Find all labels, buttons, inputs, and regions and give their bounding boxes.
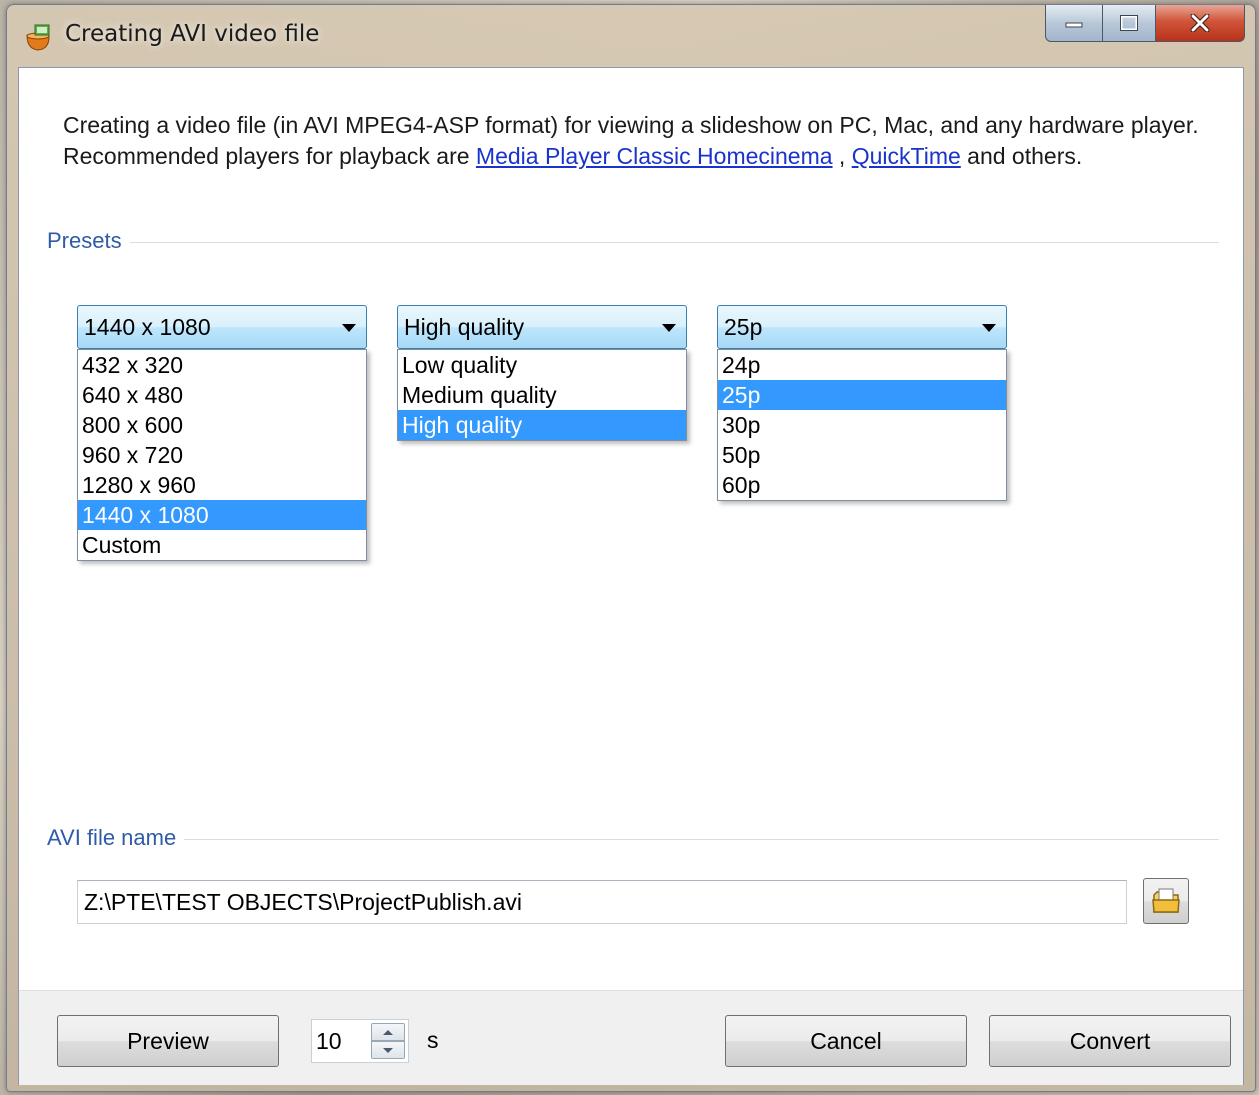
- minimize-icon: [1065, 22, 1083, 28]
- folder-open-icon: [1152, 888, 1180, 913]
- avi-app-icon: [26, 24, 50, 51]
- framerate-option[interactable]: 30p: [718, 410, 1006, 440]
- chevron-down-icon: [383, 1047, 393, 1053]
- chevron-up-icon: [383, 1029, 393, 1035]
- intro-text: Creating a video file (in AVI MPEG4-ASP …: [63, 110, 1213, 172]
- resolution-option[interactable]: 960 x 720: [78, 440, 366, 470]
- resolution-option[interactable]: 1280 x 960: [78, 470, 366, 500]
- minimize-button[interactable]: [1045, 5, 1103, 42]
- dialog-client-area: Creating a video file (in AVI MPEG4-ASP …: [18, 67, 1244, 1085]
- quality-option[interactable]: Medium quality: [398, 380, 686, 410]
- chevron-down-icon: [342, 324, 356, 332]
- stepper-buttons: [371, 1023, 405, 1059]
- resolution-option[interactable]: 800 x 600: [78, 410, 366, 440]
- maximize-button[interactable]: [1103, 5, 1156, 42]
- quality-select[interactable]: High quality: [397, 305, 687, 349]
- framerate-selected-value: 25p: [724, 314, 763, 340]
- duration-unit-label: s: [427, 1027, 439, 1053]
- avi-file-name-input[interactable]: Z:\PTE\TEST OBJECTS\ProjectPublish.avi: [77, 880, 1127, 924]
- avi-file-divider: [47, 839, 1219, 840]
- presets-divider: [47, 242, 1219, 243]
- convert-button[interactable]: Convert: [989, 1015, 1231, 1067]
- resolution-selected-value: 1440 x 1080: [84, 314, 211, 340]
- maximize-icon: [1120, 15, 1138, 31]
- preview-duration-stepper[interactable]: 10: [311, 1019, 409, 1063]
- framerate-option[interactable]: 50p: [718, 440, 1006, 470]
- quality-dropdown-list: Low quality Medium quality High quality: [397, 349, 687, 441]
- resolution-option-selected[interactable]: 1440 x 1080: [78, 500, 366, 530]
- chevron-down-icon: [982, 324, 996, 332]
- quality-option-selected[interactable]: High quality: [398, 410, 686, 440]
- resolution-dropdown-list: 432 x 320 640 x 480 800 x 600 960 x 720 …: [77, 349, 367, 561]
- intro-text-end: and others.: [960, 143, 1083, 169]
- dialog-window: Creating AVI video file Creating a video…: [6, 4, 1256, 1092]
- quality-selected-value: High quality: [404, 314, 525, 340]
- stepper-down-button[interactable]: [371, 1041, 405, 1059]
- quality-option[interactable]: Low quality: [398, 350, 686, 380]
- title-bar[interactable]: Creating AVI video file: [7, 5, 1255, 67]
- close-button[interactable]: [1156, 5, 1245, 42]
- chevron-down-icon: [662, 324, 676, 332]
- framerate-option[interactable]: 60p: [718, 470, 1006, 500]
- resolution-option[interactable]: 432 x 320: [78, 350, 366, 380]
- framerate-select[interactable]: 25p: [717, 305, 1007, 349]
- link-media-player-classic[interactable]: Media Player Classic Homecinema: [476, 143, 833, 169]
- presets-label: Presets: [47, 228, 130, 254]
- intro-separator: ,: [832, 143, 852, 169]
- stepper-up-button[interactable]: [371, 1023, 405, 1041]
- avi-file-label: AVI file name: [47, 825, 185, 851]
- framerate-dropdown-list: 24p 25p 30p 50p 60p: [717, 349, 1007, 501]
- resolution-option[interactable]: Custom: [78, 530, 366, 560]
- dialog-footer: Preview 10 s Cancel Convert: [19, 990, 1243, 1085]
- preview-duration-value: 10: [316, 1028, 342, 1054]
- framerate-option-selected[interactable]: 25p: [718, 380, 1006, 410]
- preview-button[interactable]: Preview: [57, 1015, 279, 1067]
- framerate-option[interactable]: 24p: [718, 350, 1006, 380]
- resolution-option[interactable]: 640 x 480: [78, 380, 366, 410]
- close-icon: [1190, 14, 1210, 32]
- cancel-button[interactable]: Cancel: [725, 1015, 967, 1067]
- resolution-select[interactable]: 1440 x 1080: [77, 305, 367, 349]
- browse-file-button[interactable]: [1143, 878, 1189, 924]
- link-quicktime[interactable]: QuickTime: [852, 143, 961, 169]
- window-controls: [1045, 5, 1245, 43]
- window-title: Creating AVI video file: [65, 21, 320, 47]
